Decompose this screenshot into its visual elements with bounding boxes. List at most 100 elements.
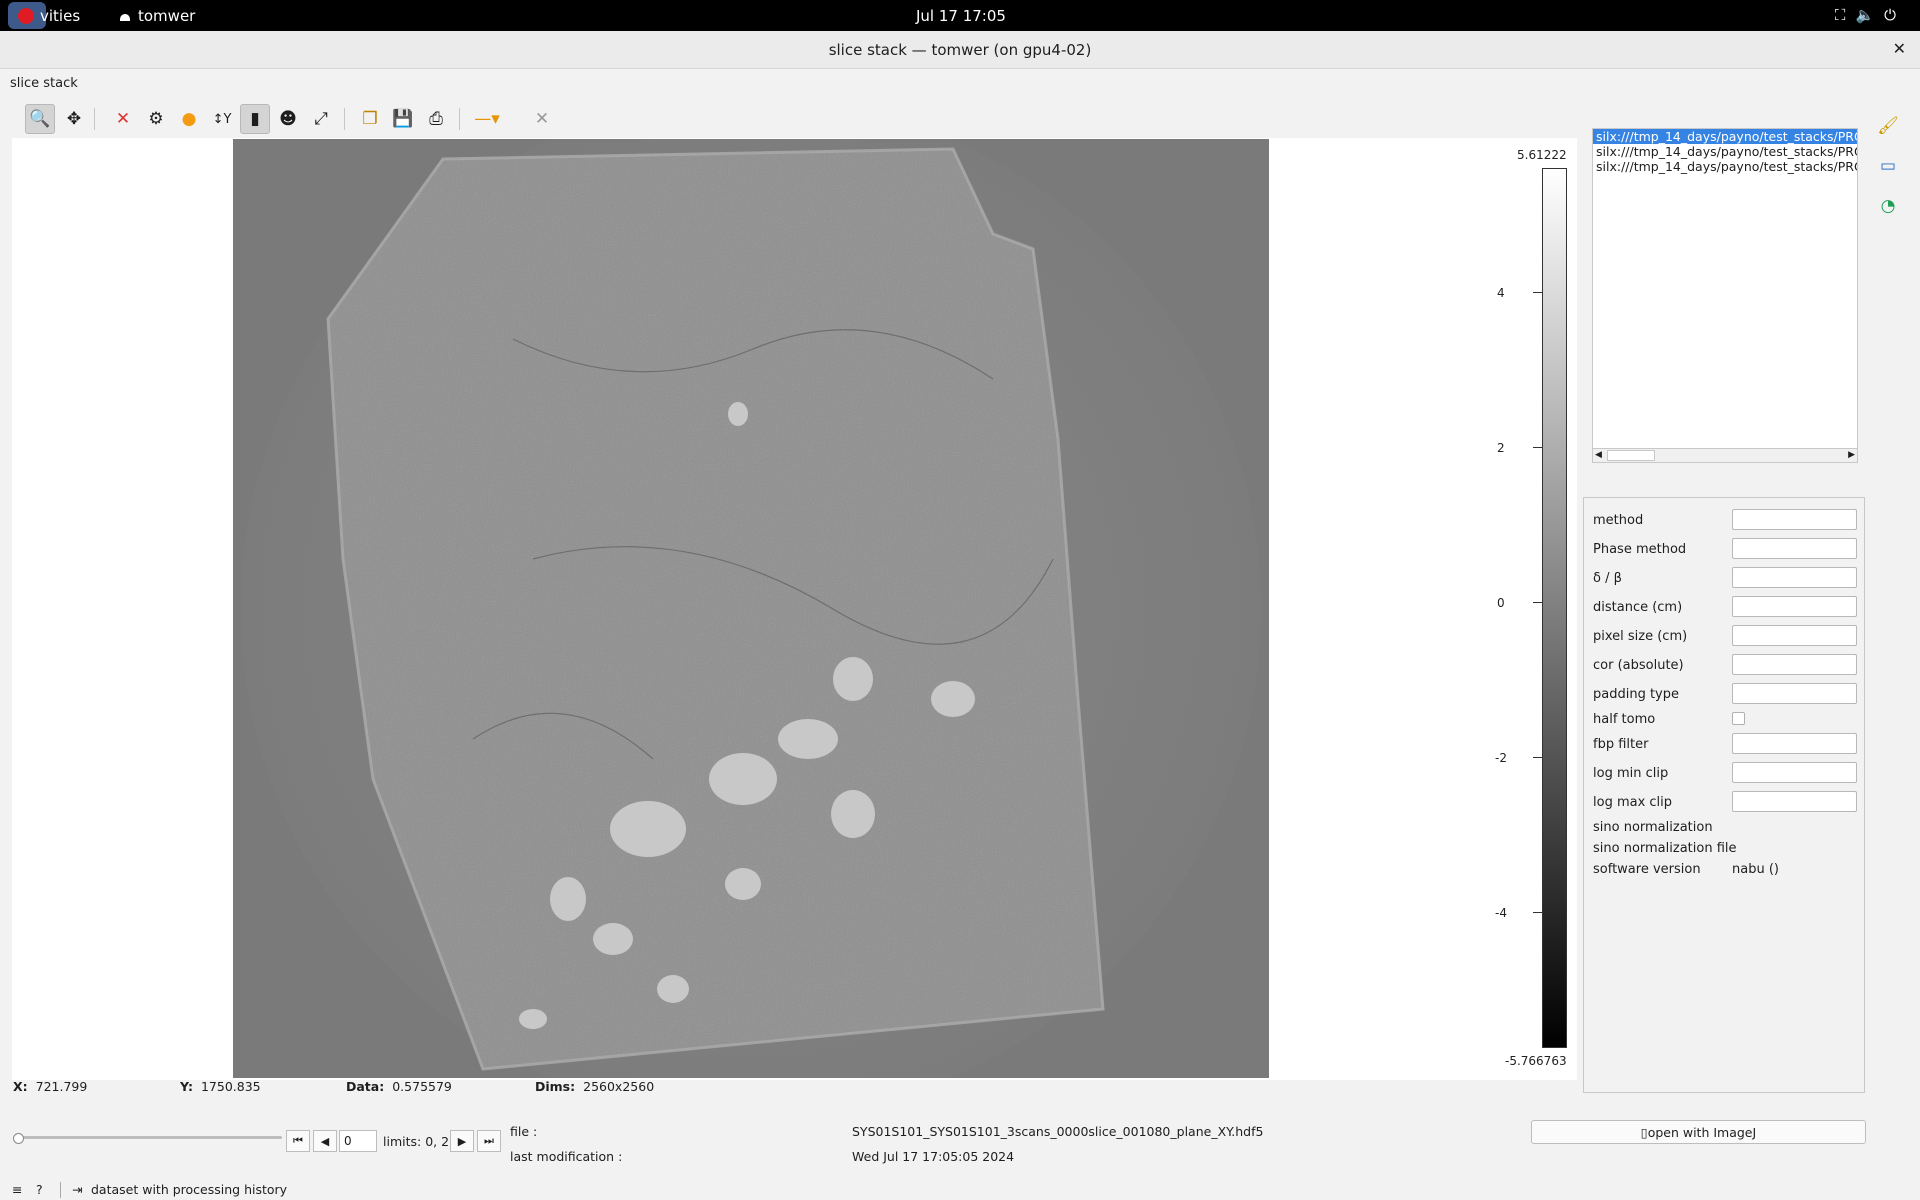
last-icon: ⏭ [484,1134,494,1147]
colorbar-max: 5.61222 [1517,148,1567,162]
scroll-left-icon[interactable]: ◀ [1595,450,1602,460]
fit-icon[interactable]: ⤢ [306,104,336,134]
colormap-icon[interactable]: ▮ [240,104,270,134]
plot-toolbar: 🔍 ✥ ✕ ⚙ ● ↕Y ▮ ☻ ⤢ ❐ 💾 ⎙ —▾ ✕ [22,104,1572,134]
param-phase-method-field [1732,538,1857,559]
param-phase-method-label: Phase method [1593,542,1687,557]
crosshair-icon[interactable]: ✕ [527,104,557,134]
colorbar-min: -5.766763 [1505,1054,1567,1068]
zoom-icon[interactable]: 🔍 [25,104,55,134]
param-half-tomo-checkbox[interactable] [1732,712,1745,725]
slice-image-graphic [233,139,1269,1078]
modification-label: last modification : [510,1149,623,1164]
widget-label: slice stack [10,76,78,91]
side-toolbar: 🖌 ▭ ◔ [1866,100,1914,1090]
status-dims: Dims: 2560x2560 [535,1079,654,1094]
yaxis-icon[interactable]: ↕Y [207,104,237,134]
status-data-value: 0.575579 [392,1079,452,1094]
colorbar-tick [1533,292,1542,293]
colorbar-tick-label: -4 [1495,906,1507,920]
footer-bar: ≡ ? ⇥ dataset with processing history [0,1180,1920,1200]
toolbar-separator [344,108,345,130]
status-dims-label: Dims: [535,1079,576,1094]
frame-index-input[interactable]: 0 [339,1130,377,1152]
last-frame-button[interactable]: ⏭ [477,1130,501,1152]
help-icon[interactable]: ? [36,1182,43,1197]
app-icon [120,14,130,21]
param-padding-field [1732,683,1857,704]
param-pixel-size-label: pixel size (cm) [1593,629,1688,644]
slice-slider-handle[interactable] [13,1133,24,1144]
list-item[interactable]: silx:///tmp_14_days/payno/test_stacks/PR… [1593,144,1857,159]
colorbar-tick [1533,757,1542,758]
slice-slider[interactable] [14,1136,282,1139]
param-sino-norm-label: sino normalization [1593,820,1713,835]
first-frame-button[interactable]: ⏮ [286,1130,310,1152]
param-cor-label: cor (absolute) [1593,658,1684,673]
param-log-max-label: log max clip [1593,795,1673,810]
param-log-max-field [1732,791,1857,812]
clock[interactable]: Jul 17 17:05 [916,7,1006,25]
imagej-icon: ▯ [1640,1125,1648,1140]
window-icon[interactable]: ▭ [1876,156,1900,180]
colorbar-tick-label: 4 [1497,286,1505,300]
volume-icon: 🔈 [1855,6,1885,24]
param-fbp-filter-label: fbp filter [1593,737,1649,752]
param-log-min-field [1732,762,1857,783]
previous-icon: ◀ [320,1134,330,1148]
next-frame-button[interactable]: ▶ [450,1130,474,1152]
url-list[interactable]: silx:///tmp_14_days/payno/test_stacks/PR… [1592,128,1858,463]
modification-date: Wed Jul 17 17:05:05 2024 [852,1149,1015,1164]
url-list-scrollbar[interactable]: ◀ ▶ [1592,448,1858,463]
activities-button[interactable]: vities [40,7,80,25]
print-icon[interactable]: ⎙ [421,104,451,134]
param-method-field [1732,509,1857,530]
scroll-right-icon[interactable]: ▶ [1848,450,1855,460]
system-topbar: vities tomwer Jul 17 17:05 ⛶🔈⏻ [0,0,1920,31]
param-delta-beta-label: δ / β [1593,571,1622,586]
list-item[interactable]: silx:///tmp_14_days/payno/test_stacks/PR… [1593,129,1857,144]
param-software-version-value: nabu () [1732,862,1779,877]
previous-frame-button[interactable]: ◀ [313,1130,337,1152]
app-menu[interactable]: tomwer [120,7,195,25]
status-data-label: Data: [346,1079,385,1094]
param-fbp-filter-field [1732,733,1857,754]
open-imagej-button[interactable]: ▯open with ImageJ [1531,1120,1866,1144]
param-log-min-label: log min clip [1593,766,1669,781]
save-icon[interactable]: 💾 [388,104,418,134]
param-software-version-label: software version [1593,862,1701,877]
param-cor-field [1732,654,1857,675]
colorbar[interactable] [1542,168,1567,1048]
scrollbar-thumb[interactable] [1607,450,1655,461]
status-x-label: X: [13,1079,28,1094]
menu-icon[interactable]: ≡ [12,1182,22,1197]
slice-image[interactable] [233,139,1269,1078]
mask-face-icon[interactable]: ☻ [273,104,303,134]
status-x: X: 721.799 [13,1079,87,1094]
frame-limits: limits: 0, 2 [383,1134,450,1149]
open-imagej-label: open with ImageJ [1647,1125,1757,1140]
colorbar-tick-label: -2 [1495,751,1507,765]
gauge-icon[interactable]: ◔ [1876,196,1900,220]
colorbar-tick-label: 0 [1497,596,1505,610]
history-icon[interactable]: ⇥ [72,1182,82,1197]
toolbar-separator [459,108,460,130]
param-pixel-size-field [1732,625,1857,646]
history-label[interactable]: dataset with processing history [91,1182,287,1197]
line-icon[interactable]: —▾ [472,104,502,134]
marker-icon[interactable]: ● [174,104,204,134]
reset-icon[interactable]: ✕ [108,104,138,134]
network-icon: ⛶ [1834,6,1856,24]
mask-icon[interactable]: ⚙ [141,104,171,134]
status-dims-value: 2560x2560 [583,1079,655,1094]
status-data: Data: 0.575579 [346,1079,452,1094]
param-delta-beta-field [1732,567,1857,588]
system-tray[interactable]: ⛶🔈⏻ [1835,6,1906,24]
brush-icon[interactable]: 🖌 [1876,116,1900,140]
copy-icon[interactable]: ❐ [355,104,385,134]
close-icon[interactable]: ✕ [1893,39,1906,58]
pan-icon[interactable]: ✥ [59,104,89,134]
list-item[interactable]: silx:///tmp_14_days/payno/test_stacks/PR… [1593,159,1857,174]
param-distance-field [1732,596,1857,617]
status-y-value: 1750.835 [200,1079,261,1094]
